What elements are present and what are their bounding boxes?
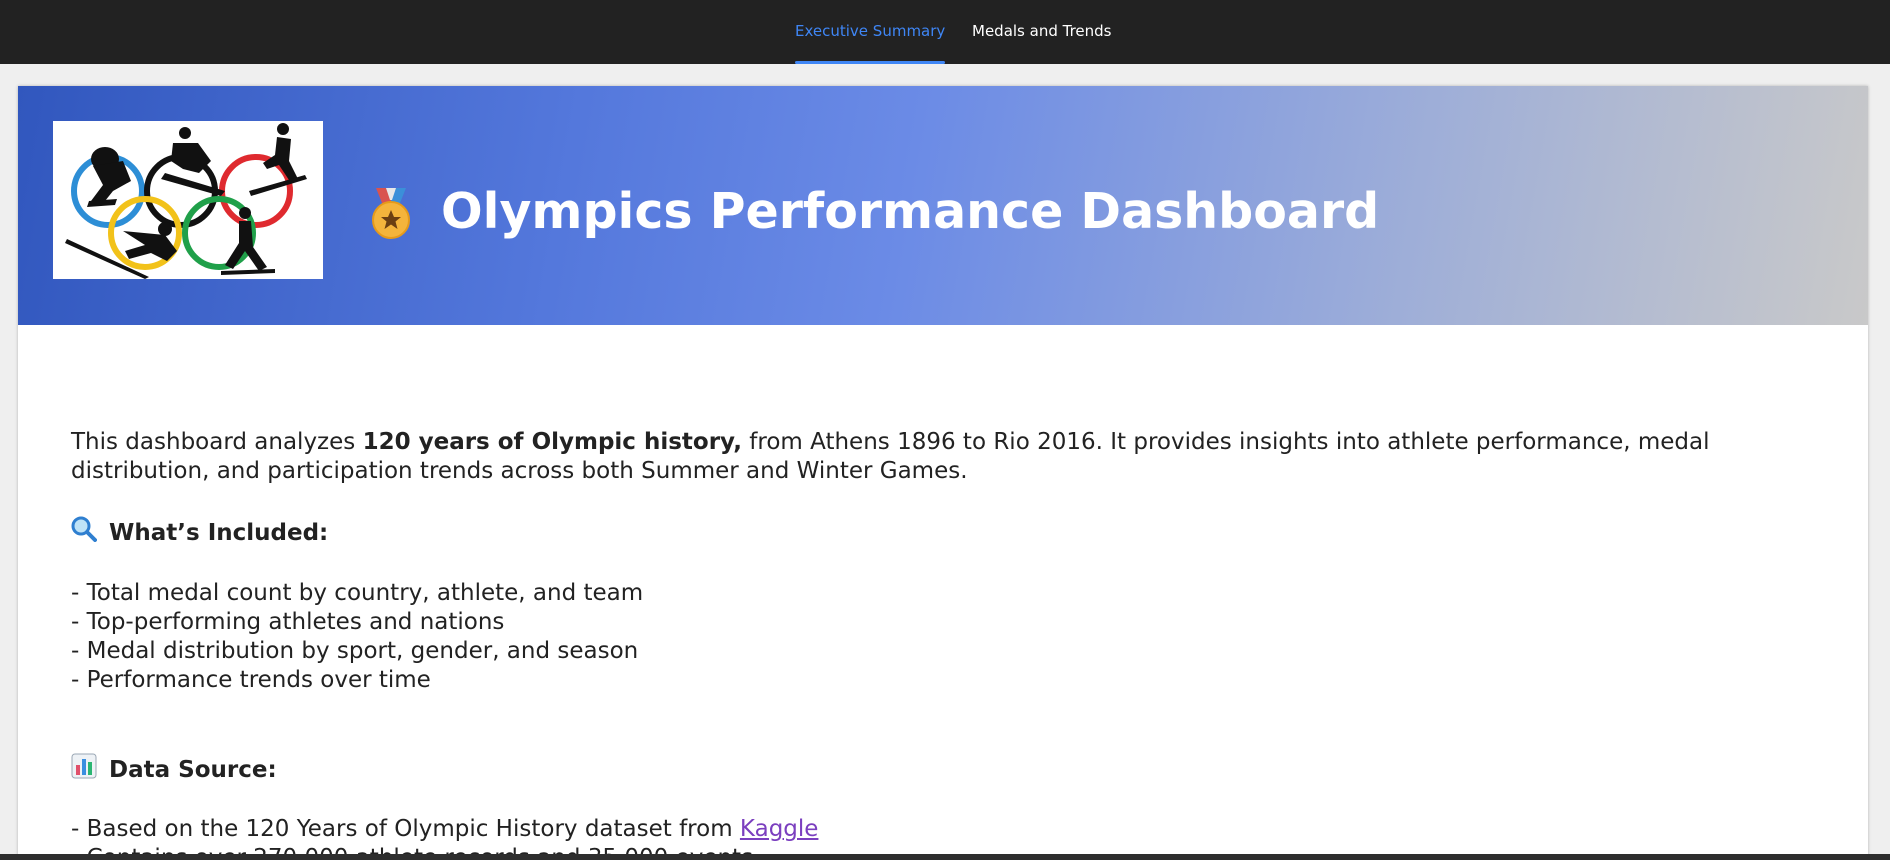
page-title: Olympics Performance Dashboard bbox=[441, 183, 1380, 240]
tab-executive-summary[interactable]: Executive Summary bbox=[795, 0, 946, 64]
medal-icon bbox=[370, 188, 412, 244]
olympics-logo bbox=[53, 121, 323, 279]
whats-included-heading: What’s Included: bbox=[71, 516, 1831, 550]
summary-content: This dashboard analyzes 120 years of Oly… bbox=[71, 428, 1831, 860]
tab-medals-and-trends[interactable]: Medals and Trends bbox=[972, 0, 1112, 64]
kaggle-link[interactable]: Kaggle bbox=[740, 816, 819, 842]
dashboard-page: Olympics Performance Dashboard This dash… bbox=[18, 86, 1868, 860]
bottom-edge bbox=[0, 854, 1890, 860]
list-item: - Medal distribution by sport, gender, a… bbox=[71, 638, 639, 664]
intro-paragraph: This dashboard analyzes 120 years of Oly… bbox=[71, 429, 1710, 484]
magnifier-icon bbox=[71, 516, 97, 550]
list-item: - Performance trends over time bbox=[71, 667, 431, 693]
header-banner: Olympics Performance Dashboard bbox=[18, 86, 1868, 325]
bar-chart-icon bbox=[71, 753, 97, 787]
included-list: - Total medal count by country, athlete,… bbox=[71, 579, 1831, 695]
data-source-heading: Data Source: bbox=[71, 753, 1831, 787]
list-item: - Top-performing athletes and nations bbox=[71, 609, 505, 635]
list-item: - Based on the 120 Years of Olympic Hist… bbox=[71, 816, 819, 842]
top-nav: Executive Summary Medals and Trends bbox=[0, 0, 1890, 64]
list-item: - Total medal count by country, athlete,… bbox=[71, 580, 644, 606]
